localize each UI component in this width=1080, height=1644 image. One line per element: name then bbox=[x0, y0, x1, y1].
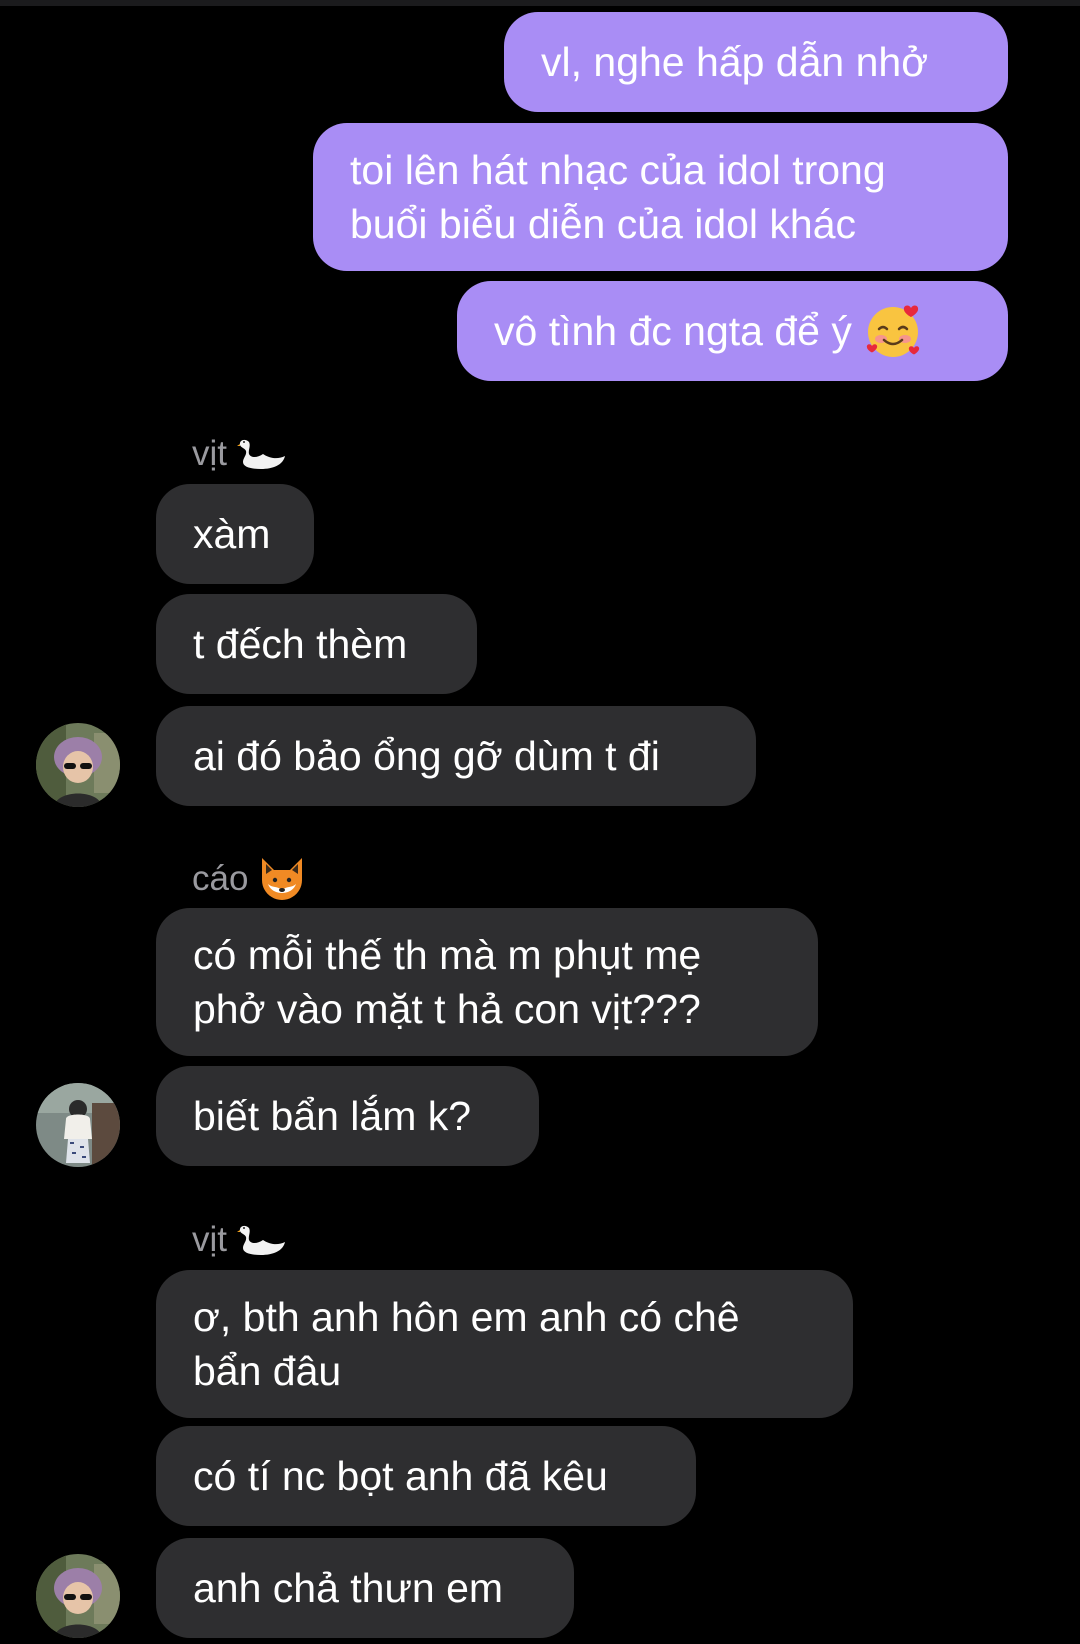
incoming-message[interactable]: có mỗi thế th mà m phụt mẹ phở vào mặt t… bbox=[156, 908, 818, 1056]
message-text: biết bẩn lắm k? bbox=[193, 1093, 472, 1139]
incoming-message[interactable]: ơ, bth anh hôn em anh có chê bẩn đâu bbox=[156, 1270, 853, 1418]
outgoing-message[interactable]: vô tình đc ngta để ý bbox=[457, 281, 1008, 381]
message-text: ơ, bth anh hôn em anh có chê bbox=[193, 1294, 740, 1340]
incoming-message[interactable]: biết bẩn lắm k? bbox=[156, 1066, 539, 1166]
message-text: vl, nghe hấp dẫn nhở bbox=[541, 39, 929, 85]
message-text: vô tình đc ngta để ý bbox=[494, 308, 852, 354]
incoming-message[interactable]: ai đó bảo ổng gỡ dùm t đi bbox=[156, 706, 756, 806]
message-text: t đếch thèm bbox=[193, 621, 408, 667]
sender-name: cáo bbox=[192, 856, 306, 902]
avatar[interactable] bbox=[36, 1083, 120, 1167]
message-text: có tí nc bọt anh đã kêu bbox=[193, 1453, 608, 1499]
incoming-message[interactable]: xàm bbox=[156, 484, 314, 584]
sender-label: vịt bbox=[192, 1220, 227, 1259]
smiling-face-with-hearts-icon bbox=[864, 302, 922, 360]
fox-icon bbox=[258, 856, 306, 902]
incoming-message[interactable]: anh chả thưn em bbox=[156, 1538, 574, 1638]
sender-name: vịt bbox=[192, 432, 287, 476]
message-text: phở vào mặt t hả con vịt??? bbox=[193, 986, 701, 1032]
sender-label: cáo bbox=[192, 859, 249, 898]
swan-icon bbox=[237, 436, 287, 472]
incoming-message[interactable]: có tí nc bọt anh đã kêu bbox=[156, 1426, 696, 1526]
message-text: anh chả thưn em bbox=[193, 1565, 504, 1611]
message-text: toi lên hát nhạc của idol trong bbox=[350, 147, 886, 193]
sender-name: vịt bbox=[192, 1218, 287, 1262]
message-text: ai đó bảo ổng gỡ dùm t đi bbox=[193, 733, 660, 779]
avatar[interactable] bbox=[36, 1554, 120, 1638]
outgoing-message[interactable]: vl, nghe hấp dẫn nhở bbox=[504, 12, 1008, 112]
incoming-message[interactable]: t đếch thèm bbox=[156, 594, 477, 694]
swan-icon bbox=[237, 1222, 287, 1258]
message-text: xàm bbox=[193, 511, 271, 557]
message-text: bẩn đâu bbox=[193, 1348, 342, 1394]
avatar[interactable] bbox=[36, 723, 120, 807]
message-text: có mỗi thế th mà m phụt mẹ bbox=[193, 932, 702, 978]
outgoing-message[interactable]: toi lên hát nhạc của idol trong buổi biể… bbox=[313, 123, 1008, 271]
sender-label: vịt bbox=[192, 434, 227, 473]
message-text: buổi biểu diễn của idol khác bbox=[350, 201, 857, 247]
status-bar-edge bbox=[0, 0, 1080, 6]
